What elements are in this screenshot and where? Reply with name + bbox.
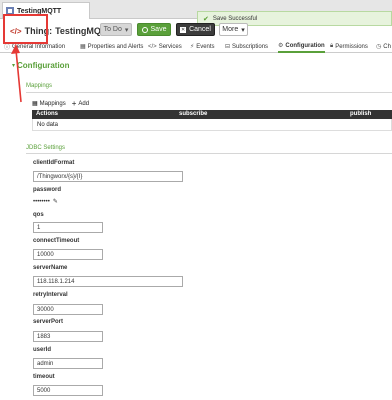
retryinterval-label: retryInterval bbox=[33, 292, 68, 298]
password-label: password bbox=[33, 187, 62, 193]
thing-tab-icon bbox=[6, 7, 14, 15]
mappings-toolbar: ▦ Mappings + Add bbox=[32, 99, 89, 108]
cancel-icon: ✕ bbox=[180, 26, 187, 33]
clientidformat-label: clientIdFormat bbox=[33, 160, 75, 166]
lock-icon: 🔒︎ bbox=[330, 43, 334, 49]
lightning-icon: ⚡ bbox=[190, 44, 195, 50]
save-button[interactable]: Save bbox=[137, 23, 171, 36]
entity-tabs: ⓘ General Information ▦ Properties and A… bbox=[0, 40, 392, 53]
password-value: •••••••• bbox=[33, 198, 50, 205]
tab-label: Ch bbox=[383, 43, 391, 50]
empty-grid-message: No data bbox=[32, 119, 392, 131]
tab-subscriptions[interactable]: ⊟ Subscriptions bbox=[225, 40, 268, 53]
connecttimeout-input[interactable]: 10000 bbox=[33, 249, 103, 260]
todo-label: To Do bbox=[103, 26, 122, 33]
tab-label: Permissions bbox=[335, 43, 368, 50]
table-icon: ▦ bbox=[32, 101, 38, 107]
mappings-section-label: Mappings bbox=[26, 83, 53, 89]
tab-configuration[interactable]: ⚙ Configuration bbox=[278, 40, 325, 53]
timeout-input[interactable]: 5000 bbox=[33, 385, 103, 396]
password-field[interactable]: •••••••• ✎ bbox=[33, 198, 58, 206]
servername-input[interactable]: 118.118.1.214 bbox=[33, 276, 183, 287]
retryinterval-input[interactable]: 30000 bbox=[33, 304, 103, 315]
userid-label: userId bbox=[33, 347, 52, 353]
todo-dropdown[interactable]: To Do ▾ bbox=[100, 23, 132, 36]
userid-input[interactable]: admin bbox=[33, 358, 103, 369]
more-label: More bbox=[222, 26, 239, 33]
more-dropdown[interactable]: More ▾ bbox=[219, 23, 248, 36]
toast-message: Save Successful bbox=[212, 15, 258, 22]
tab-label: Events bbox=[196, 43, 215, 50]
tab-events[interactable]: ⚡ Events bbox=[190, 40, 215, 53]
save-icon bbox=[141, 26, 148, 33]
clientidformat-input[interactable]: /Thingworx/{s}/{I} bbox=[33, 171, 183, 182]
check-icon: ✔ bbox=[203, 15, 209, 23]
tab-properties-and-alerts[interactable]: ▦ Properties and Alerts bbox=[80, 40, 143, 53]
qos-label: qos bbox=[33, 212, 44, 218]
tab-change-history[interactable]: ◷ Ch bbox=[376, 40, 391, 53]
tab-permissions[interactable]: 🔒︎ Permissions bbox=[330, 40, 368, 53]
cancel-label: Cancel bbox=[189, 26, 211, 33]
add-button[interactable]: + Add bbox=[72, 99, 89, 108]
qos-input[interactable]: 1 bbox=[33, 222, 103, 233]
divider bbox=[26, 153, 392, 154]
code-icon: </> bbox=[148, 43, 157, 50]
thing-prefix: Thing: bbox=[24, 26, 53, 36]
caret-down-icon: ▾ bbox=[241, 26, 245, 34]
servername-label: serverName bbox=[33, 265, 68, 271]
save-label: Save bbox=[150, 26, 167, 33]
connecttimeout-label: connectTimeout bbox=[33, 238, 80, 244]
history-icon: ◷ bbox=[376, 44, 382, 50]
tab-services[interactable]: </> Services bbox=[148, 40, 182, 53]
tab-label: Properties and Alerts bbox=[87, 43, 144, 50]
column-header-subscribe[interactable]: subscribe bbox=[179, 111, 207, 117]
mappings-tool-label: Mappings bbox=[39, 100, 66, 107]
browser-tab-title: TestingMQTT bbox=[17, 7, 62, 15]
tab-label: Subscriptions bbox=[232, 43, 269, 50]
caret-down-icon: ▾ bbox=[124, 26, 129, 34]
cancel-button[interactable]: ✕ Cancel bbox=[176, 23, 215, 36]
properties-icon: ▦ bbox=[80, 44, 86, 50]
browser-tab[interactable]: TestingMQTT bbox=[2, 2, 90, 19]
gear-icon: ⚙ bbox=[278, 43, 284, 49]
tab-label: Configuration bbox=[285, 42, 325, 49]
plus-icon: + bbox=[71, 99, 77, 108]
mappings-grid: Actions subscribe publish No data bbox=[32, 110, 392, 131]
divider bbox=[26, 92, 392, 93]
column-header-publish[interactable]: publish bbox=[350, 111, 371, 117]
grid-header: Actions subscribe publish bbox=[32, 110, 392, 119]
mappings-tool[interactable]: ▦ Mappings bbox=[32, 100, 66, 108]
timeout-label: timeout bbox=[33, 374, 55, 380]
serverport-label: serverPort bbox=[33, 319, 64, 325]
thing-icon: </> bbox=[10, 26, 22, 36]
annotation-arrow-icon bbox=[11, 44, 22, 103]
jdbc-section-label: JDBC Settings bbox=[26, 145, 66, 151]
tab-label: Services bbox=[158, 43, 182, 50]
serverport-input[interactable]: 1883 bbox=[33, 331, 103, 342]
column-header-actions[interactable]: Actions bbox=[36, 111, 58, 117]
add-label: Add bbox=[78, 100, 90, 107]
pencil-icon[interactable]: ✎ bbox=[53, 198, 58, 205]
subscriptions-icon: ⊟ bbox=[225, 44, 231, 50]
